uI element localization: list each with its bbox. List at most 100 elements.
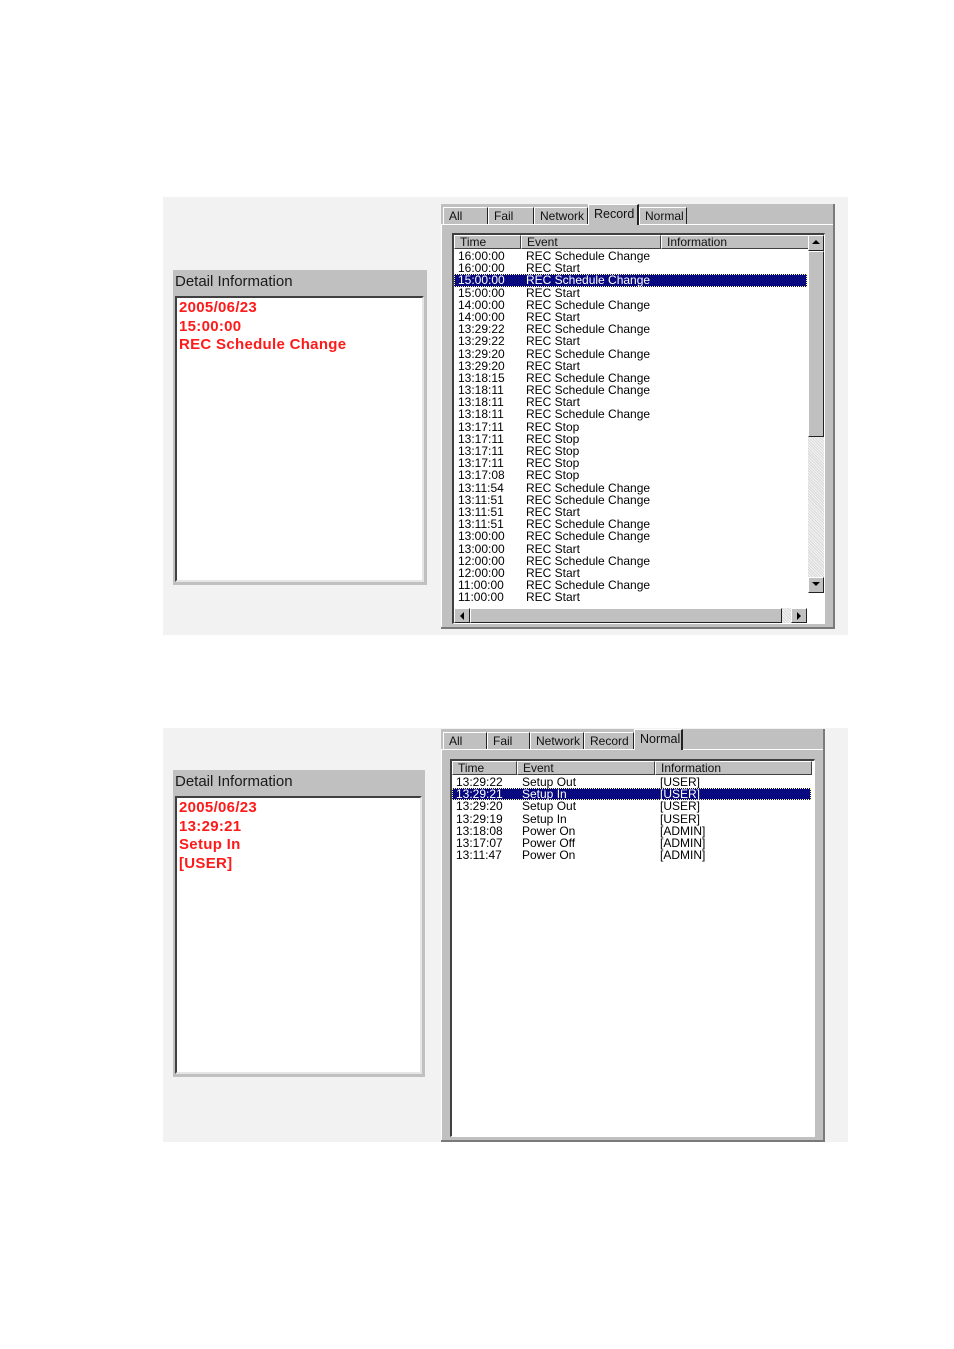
cell-time: 13:29:19	[456, 811, 503, 826]
list-row[interactable]: 13:18:11 REC Schedule Change	[454, 384, 807, 396]
column-header-event[interactable]: Event	[521, 235, 661, 249]
list-row[interactable]: 13:00:00 REC Start	[454, 543, 807, 555]
column-header-time[interactable]: Time	[454, 235, 521, 249]
list-row[interactable]: 16:00:00 REC Schedule Change	[454, 250, 807, 262]
detail-information-box: 2005/06/23 15:00:00 REC Schedule Change	[175, 296, 424, 582]
list-row[interactable]: 13:29:22 Setup Out [USER]	[452, 776, 811, 788]
list-row[interactable]: 14:00:00 REC Schedule Change	[454, 299, 807, 311]
cell-event: REC Start	[526, 261, 581, 276]
horizontal-scrollbar[interactable]	[454, 608, 807, 623]
cell-event: REC Schedule Change	[526, 529, 651, 544]
cell-time: 13:18:08	[456, 823, 503, 838]
cell-event: REC Start	[526, 504, 581, 519]
scroll-right-button[interactable]	[791, 608, 807, 623]
list-row[interactable]: 13:29:22 REC Start	[454, 335, 807, 347]
horizontal-scroll-thumb[interactable]	[470, 608, 782, 623]
detail-information-panel: Detail Information 2005/06/23 15:00:00 R…	[173, 270, 427, 585]
scroll-up-button[interactable]	[808, 235, 824, 251]
list-row[interactable]: 13:11:54 REC Schedule Change	[454, 482, 807, 494]
tab-all[interactable]: All	[443, 207, 488, 224]
list-row[interactable]: 13:17:07 Power Off [ADMIN]	[452, 837, 811, 849]
event-log-screen-normal: Detail Information 2005/06/23 13:29:21 S…	[163, 728, 848, 1142]
event-list[interactable]: Time Event Information 16:00:00 REC Sched…	[452, 233, 825, 624]
detail-time: 15:00:00	[179, 317, 242, 335]
list-row[interactable]: 13:17:11 REC Stop	[454, 433, 807, 445]
list-row[interactable]: 13:17:11 REC Stop	[454, 445, 807, 457]
list-row[interactable]: 11:00:00 REC Schedule Change	[454, 579, 807, 591]
list-row[interactable]: 13:29:22 REC Schedule Change	[454, 323, 807, 335]
list-row[interactable]: 13:29:20 Setup Out [USER]	[452, 800, 811, 812]
list-header: Time Event Information	[452, 761, 812, 775]
column-header-event[interactable]: Event	[517, 761, 655, 775]
list-row[interactable]: 13:29:20 REC Schedule Change	[454, 348, 807, 360]
scroll-down-button[interactable]	[808, 577, 824, 593]
cell-time: 14:00:00	[458, 297, 505, 312]
cell-event: REC Schedule Change	[526, 297, 651, 312]
list-row[interactable]: 13:11:47 Power On [ADMIN]	[452, 849, 811, 861]
list-row[interactable]: 15:00:00 REC Start	[454, 287, 807, 299]
cell-time: 13:17:11	[458, 419, 504, 434]
cell-time: 13:17:11	[458, 431, 504, 446]
cell-time: 13:17:08	[458, 468, 505, 483]
cell-event: REC Schedule Change	[526, 273, 651, 288]
tab-normal[interactable]: Normal	[639, 207, 687, 224]
cell-time: 15:00:00	[458, 285, 505, 300]
column-header-information[interactable]: Information	[655, 761, 812, 775]
scroll-left-button[interactable]	[454, 608, 470, 623]
detail-event: REC Schedule Change	[179, 336, 347, 353]
cell-time: 13:18:15	[458, 370, 505, 385]
list-row[interactable]: 11:00:00 REC Start	[454, 591, 807, 603]
cell-time: 16:00:00	[458, 261, 505, 276]
cell-time: 13:17:07	[456, 835, 503, 850]
vertical-scroll-thumb[interactable]	[808, 251, 824, 437]
cell-time: 15:00:00	[458, 273, 505, 288]
column-header-information[interactable]: Information	[661, 235, 809, 249]
cell-event: Power On	[522, 823, 576, 838]
cell-time: 16:00:00	[458, 249, 505, 263]
tab-normal[interactable]: Normal	[634, 729, 683, 750]
list-row[interactable]: 13:00:00 REC Schedule Change	[454, 530, 807, 542]
tab-record[interactable]: Record	[584, 732, 634, 749]
list-row[interactable]: 13:17:11 REC Stop	[454, 457, 807, 469]
list-row[interactable]: 13:11:51 REC Schedule Change	[454, 494, 807, 506]
detail-time: 13:29:21	[179, 817, 242, 835]
list-row[interactable]: 13:18:11 REC Schedule Change	[454, 408, 807, 420]
detail-information-panel: Detail Information 2005/06/23 13:29:21 S…	[173, 770, 425, 1077]
list-row[interactable]: 13:18:08 Power On [ADMIN]	[452, 825, 811, 837]
vertical-scrollbar[interactable]	[808, 235, 824, 593]
cell-event: Power On	[522, 848, 576, 863]
cell-event: REC Start	[526, 285, 581, 300]
tab-network[interactable]: Network	[530, 732, 584, 749]
cell-time: 13:11:51	[458, 504, 504, 519]
tab-all[interactable]: All	[443, 732, 487, 749]
cell-time: 13:00:00	[458, 541, 505, 556]
cell-event: REC Schedule Change	[526, 578, 651, 593]
cell-time: 13:11:51	[458, 492, 504, 507]
tab-fail[interactable]: Fail	[487, 732, 530, 749]
cell-information: [USER]	[660, 775, 701, 789]
cell-event: REC Start	[526, 309, 581, 324]
tab-network[interactable]: Network	[534, 207, 588, 224]
arrow-left-icon	[460, 612, 464, 620]
detail-event: Setup In	[179, 836, 241, 853]
cell-event: Setup In	[522, 787, 567, 802]
list-row[interactable]: 13:17:08 REC Stop	[454, 469, 807, 481]
cell-time: 13:29:20	[458, 346, 505, 361]
cell-event: REC Schedule Change	[526, 492, 651, 507]
arrow-up-icon	[812, 240, 820, 244]
list-row[interactable]: 15:00:00 REC Schedule Change	[454, 273, 807, 288]
column-header-time[interactable]: Time	[452, 761, 517, 775]
cell-information: [ADMIN]	[660, 823, 706, 838]
cell-event: REC Stop	[526, 444, 580, 458]
list-row[interactable]: 13:17:11 REC Stop	[454, 421, 807, 433]
tab-record[interactable]: Record	[588, 204, 639, 225]
list-row[interactable]: 13:29:19 Setup In [USER]	[452, 813, 811, 825]
cell-time: 13:29:20	[456, 799, 503, 814]
cell-time: 14:00:00	[458, 309, 505, 324]
cell-information: [ADMIN]	[660, 835, 706, 850]
cell-time: 13:29:21	[456, 787, 503, 802]
list-row[interactable]: 12:00:00 REC Schedule Change	[454, 555, 807, 567]
event-list[interactable]: Time Event Information 13:29:22 Setup Out…	[450, 759, 815, 1137]
list-row[interactable]: 13:29:21 Setup In [USER]	[452, 787, 811, 802]
tab-fail[interactable]: Fail	[488, 207, 534, 224]
